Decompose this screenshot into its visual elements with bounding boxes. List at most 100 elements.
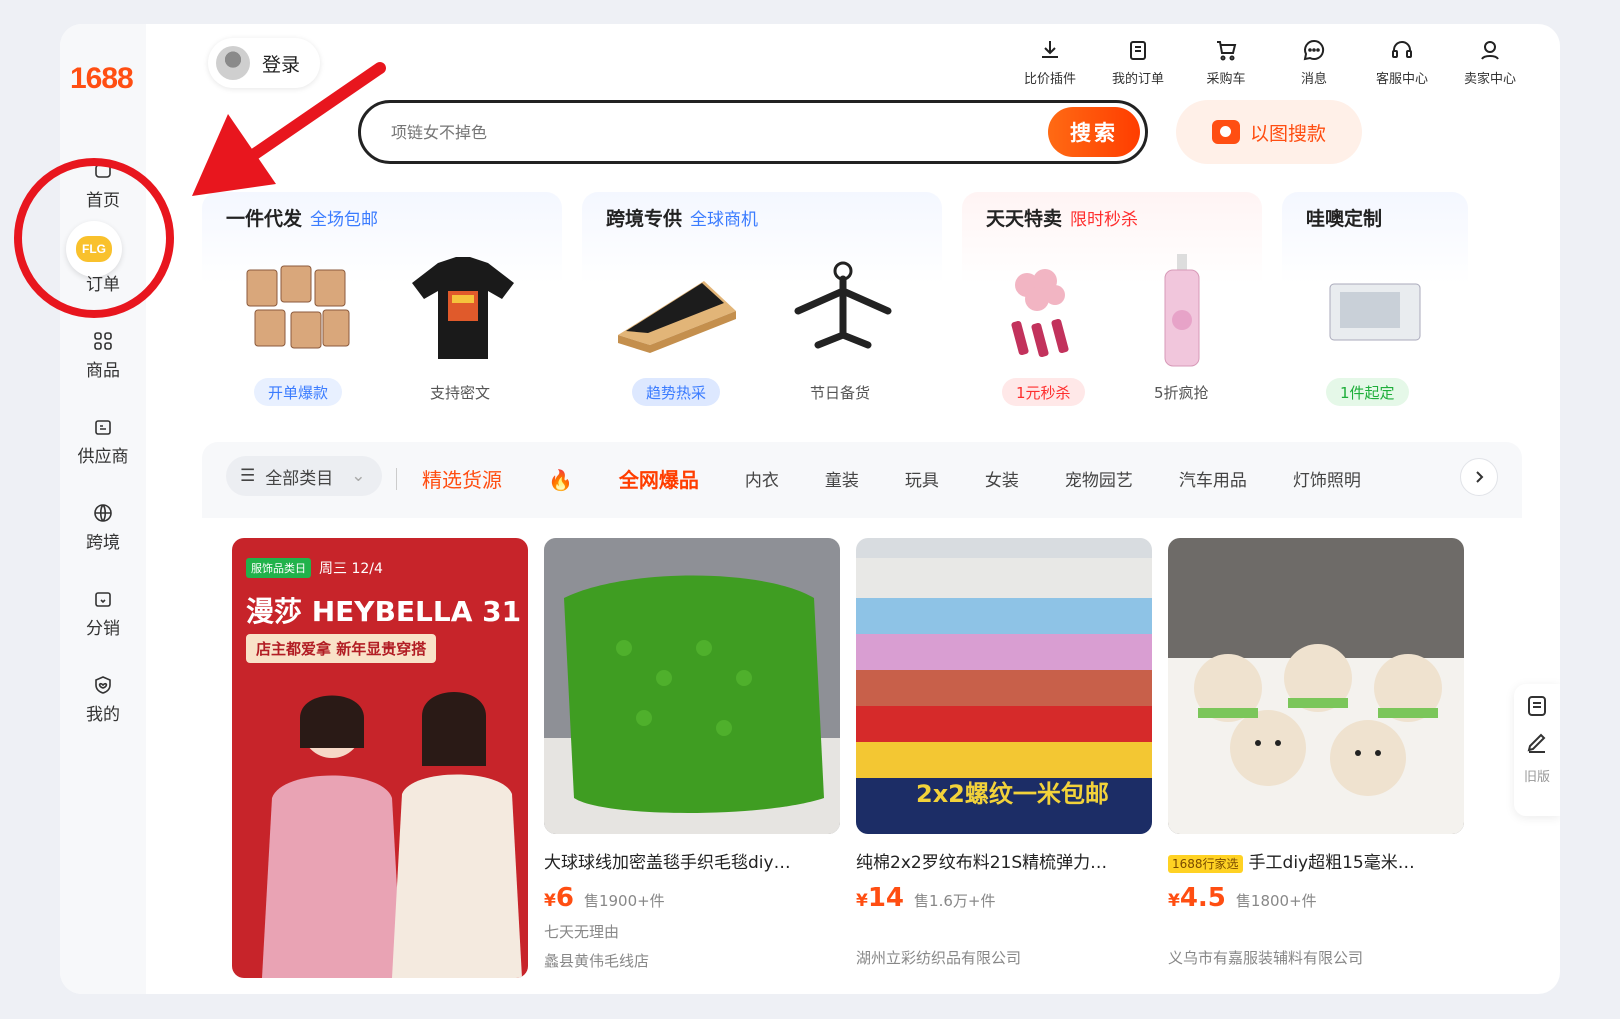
image-overlay-text: 2x2螺纹一米包邮 [916, 780, 1109, 808]
sold-count: 售1.6万+件 [914, 892, 996, 910]
heart-shield-icon [92, 674, 114, 696]
document-icon[interactable] [1525, 694, 1549, 718]
nav-cart[interactable]: 采购车 [1196, 38, 1256, 87]
tab-category[interactable]: 灯饰照明 [1293, 466, 1361, 491]
nav-compare-plugin[interactable]: 比价插件 [1020, 38, 1080, 87]
tag-label[interactable]: 5折疯抢 [1140, 378, 1223, 406]
tag-label[interactable]: 节日备货 [796, 378, 884, 406]
floating-toolbar: 旧版 [1514, 684, 1560, 816]
product-image[interactable] [1122, 250, 1242, 370]
edit-icon[interactable] [1525, 730, 1549, 754]
menu-icon: ☰ [240, 466, 256, 486]
product-image[interactable] [612, 250, 742, 370]
shop-name[interactable]: 湖州立彩纺织品有限公司 [856, 947, 1152, 968]
promo-cards: 一件代发 全场包邮 开单爆款 支持密文 跨境专供 全球商机 趋势热采 节日备货 … [202, 192, 1522, 422]
tag-label[interactable]: 支持密文 [416, 378, 504, 406]
product-card[interactable]: 1688行家选 手工diy超粗15毫米… ¥4.5 售1800+件 义乌市有嘉服装… [1168, 538, 1464, 968]
sold-count: 售1800+件 [1235, 892, 1317, 910]
login-label: 登录 [262, 53, 301, 76]
nav-messages[interactable]: 消息 [1284, 38, 1344, 87]
sidebar-item-products[interactable]: 商品 [60, 330, 146, 381]
tag[interactable]: 1元秒杀 [1002, 378, 1085, 406]
product-image[interactable] [778, 250, 908, 370]
tab-category[interactable]: 内衣 [745, 466, 779, 491]
product-image[interactable] [398, 250, 528, 370]
category-bar: ☰ 全部类目 ⌄ 精选货源 🔥 全网爆品 内衣 童装 玩具 女装 宠物园艺 汽车用… [202, 442, 1522, 518]
product-image[interactable] [1168, 538, 1464, 834]
nav-seller-center[interactable]: 卖家中心 [1460, 38, 1520, 87]
shop-name[interactable]: 蠡县黄伟毛线店 [544, 950, 840, 971]
models-illustration [262, 692, 522, 978]
card-daily-deals[interactable]: 天天特卖 限时秒杀 1元秒杀 5折疯抢 [962, 192, 1262, 422]
card-crossborder[interactable]: 跨境专供 全球商机 趋势热采 节日备货 [582, 192, 942, 422]
product-image[interactable] [982, 250, 1102, 370]
banner-image[interactable]: 服饰品类日 周三 12/4 漫莎 HEYBELLA 31 店主都爱拿 新年显贵穿… [232, 538, 528, 978]
card-custom[interactable]: 哇噢定制 1件起定 [1282, 192, 1468, 422]
user-icon [1481, 41, 1499, 60]
product-image[interactable] [544, 538, 840, 834]
product-meta [1168, 921, 1464, 939]
product-image[interactable]: 2x2螺纹一米包邮 [856, 538, 1152, 834]
tab-hot[interactable]: 🔥 全网爆品 [548, 464, 699, 493]
product-grid: 服饰品类日 周三 12/4 漫莎 HEYBELLA 31 店主都爱拿 新年显贵穿… [202, 518, 1522, 994]
next-categories-button[interactable] [1460, 458, 1498, 496]
sidebar-item-home[interactable]: 首页 [60, 160, 146, 211]
tab-category[interactable]: 童装 [825, 466, 859, 491]
tab-category[interactable]: 汽车用品 [1179, 466, 1247, 491]
product-card[interactable]: 2x2螺纹一米包邮 纯棉2x2罗纹布料21S精梳弹力… ¥14 售1.6万+件 … [856, 538, 1152, 968]
sidebar-item-distribution[interactable]: 分销 [60, 588, 146, 639]
globe-icon [92, 502, 114, 524]
tag[interactable]: 趋势热采 [632, 378, 721, 406]
sidebar-item-crossborder[interactable]: 跨境 [60, 502, 146, 553]
card-dropship[interactable]: 一件代发 全场包邮 开单爆款 支持密文 [202, 192, 562, 422]
sidebar-item-suppliers[interactable]: 供应商 [60, 416, 146, 467]
category-tabs: 精选货源 🔥 全网爆品 内衣 童装 玩具 女装 宠物园艺 汽车用品 灯饰照明 [422, 464, 1407, 493]
grid-icon [92, 330, 114, 352]
all-categories-dropdown[interactable]: ☰ 全部类目 ⌄ [226, 456, 382, 496]
divider [396, 468, 397, 490]
sidebar-item-label: 分销 [86, 619, 120, 639]
home-icon [92, 160, 114, 182]
product-card[interactable]: 大球球线加密盖毯手织毛毯diy… ¥6 售1900+件 七天无理由 蠡县黄伟毛线… [544, 538, 840, 971]
image-search-button[interactable]: 以图搜款 [1176, 100, 1362, 164]
supplier-icon [92, 416, 114, 438]
nav-my-orders[interactable]: 我的订单 [1108, 38, 1168, 87]
banner-card[interactable]: 服饰品类日 周三 12/4 漫莎 HEYBELLA 31 店主都爱拿 新年显贵穿… [232, 538, 528, 978]
main-content: 登录 比价插件 我的订单 采购车 消息 客服中心 卖家中心 项链女不掉色 搜索 … [146, 24, 1560, 994]
product-title[interactable]: 1688行家选 手工diy超粗15毫米… [1168, 848, 1464, 873]
tag[interactable]: 1件起定 [1326, 378, 1409, 406]
banner-date: 周三 12/4 [319, 561, 383, 577]
sidebar-item-mine[interactable]: 我的 [60, 674, 146, 725]
product-image[interactable] [1310, 250, 1440, 370]
tab-category[interactable]: 玩具 [905, 466, 939, 491]
tab-category[interactable]: 宠物园艺 [1065, 466, 1133, 491]
old-version-link[interactable]: 旧版 [1524, 766, 1550, 785]
product-title[interactable]: 大球球线加密盖毯手织毛毯diy… [544, 848, 840, 873]
sidebar-item-label: 我的 [86, 705, 120, 725]
chevron-right-icon [1476, 471, 1484, 483]
search-input[interactable] [391, 103, 1048, 161]
banner-brand: 漫莎 HEYBELLA 31 [246, 595, 522, 628]
sidebar-item-orders[interactable]: 订单 [60, 270, 146, 295]
login-button[interactable]: 登录 [208, 38, 320, 88]
distribution-icon [92, 588, 114, 610]
cart-icon [1217, 41, 1237, 61]
logo[interactable]: 1688 [70, 62, 134, 96]
sidebar-item-label: 供应商 [77, 447, 129, 467]
tab-category[interactable]: 女装 [985, 466, 1019, 491]
flg-badge[interactable]: FLG [66, 221, 122, 277]
nav-service-center[interactable]: 客服中心 [1372, 38, 1432, 87]
search-button[interactable]: 搜索 [1048, 107, 1140, 157]
tag[interactable]: 开单爆款 [254, 378, 343, 406]
product-meta [856, 921, 1152, 939]
sidebar-item-label: 首页 [86, 191, 120, 211]
sidebar-item-label: 商品 [86, 361, 120, 381]
tab-featured[interactable]: 精选货源 [422, 464, 502, 493]
banner-badge: 服饰品类日 [246, 558, 311, 578]
price-row: ¥4.5 售1800+件 [1168, 883, 1464, 913]
headset-icon [1392, 41, 1412, 58]
product-title[interactable]: 纯棉2x2罗纹布料21S精梳弹力… [856, 848, 1152, 873]
banner-slogan: 店主都爱拿 新年显贵穿搭 [246, 634, 437, 663]
shop-name[interactable]: 义乌市有嘉服装辅料有限公司 [1168, 947, 1464, 968]
product-image[interactable] [232, 250, 362, 370]
